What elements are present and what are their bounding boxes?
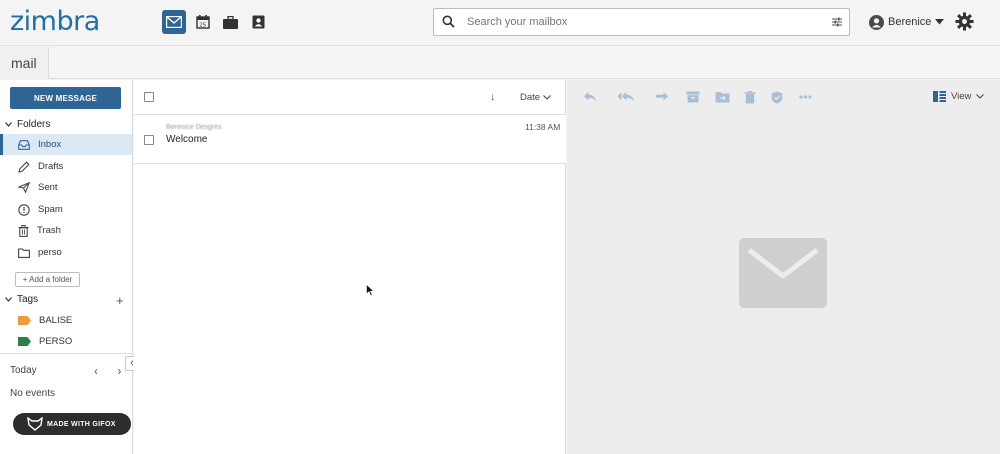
- search-box[interactable]: [433, 8, 850, 36]
- calendar-today-label: Today: [10, 365, 37, 376]
- search-icon: [442, 15, 455, 28]
- settings-button[interactable]: [955, 12, 974, 36]
- user-name: Berenice: [888, 16, 932, 28]
- divider: [0, 353, 132, 354]
- spam-shield-icon[interactable]: [771, 91, 783, 104]
- tags-heading[interactable]: Tags: [5, 294, 38, 305]
- zimbra-logo[interactable]: zimbra: [10, 6, 100, 37]
- briefcase-icon: [222, 15, 238, 29]
- calendar-app-button[interactable]: 25: [191, 10, 215, 34]
- layout-icon: [933, 91, 946, 102]
- tag-icon: [18, 337, 31, 346]
- message-subject: Welcome: [166, 134, 208, 145]
- folder-item-inbox[interactable]: Inbox: [0, 134, 132, 155]
- message-list: ↓ Date Berenice Desgrés Welcome 11:38 AM: [134, 80, 566, 454]
- paper-plane-icon: [18, 182, 30, 193]
- folder-label: Drafts: [38, 161, 64, 172]
- tags-heading-label: Tags: [17, 294, 39, 305]
- more-icon[interactable]: [799, 95, 812, 99]
- gifox-watermark-badge: MADE WITH GIFOX: [13, 413, 131, 435]
- avatar-icon: [869, 14, 884, 30]
- tag-item-perso[interactable]: PERSO: [0, 331, 132, 352]
- pencil-icon: [18, 160, 30, 173]
- view-label: View: [951, 91, 972, 102]
- folder-icon: [18, 247, 30, 258]
- tag-label: BALISE: [39, 315, 73, 326]
- briefcase-app-button[interactable]: [218, 10, 242, 34]
- message-time: 11:38 AM: [525, 122, 561, 132]
- chevron-down-icon: [5, 122, 12, 127]
- message-row[interactable]: Berenice Desgrés Welcome 11:38 AM: [134, 115, 566, 164]
- gear-icon: [955, 12, 974, 31]
- calendar-icon: 25: [196, 15, 210, 29]
- forward-icon[interactable]: [655, 91, 669, 103]
- sort-label: Date: [520, 92, 541, 103]
- search-options-icon[interactable]: [832, 17, 842, 27]
- mail-app-button[interactable]: [162, 10, 186, 34]
- folder-label: Inbox: [38, 139, 62, 150]
- empty-mail-envelope-icon: [739, 238, 827, 308]
- tab-bar: mail: [0, 47, 1000, 79]
- contacts-icon: [252, 15, 264, 29]
- add-folder-button[interactable]: + Add a folder: [15, 272, 80, 287]
- chevron-down-icon: [542, 95, 551, 100]
- tab-mail[interactable]: mail: [0, 47, 49, 79]
- folders-heading-label: Folders: [17, 119, 51, 130]
- view-dropdown[interactable]: View: [933, 91, 985, 102]
- user-menu[interactable]: Berenice: [869, 13, 945, 31]
- add-tag-button[interactable]: +: [116, 293, 124, 308]
- message-list-header: ↓ Date: [134, 80, 566, 115]
- folder-item-sent[interactable]: Sent: [0, 177, 132, 198]
- trash-icon: [18, 224, 29, 237]
- reply-icon[interactable]: [583, 91, 597, 103]
- svg-text:25: 25: [199, 23, 206, 29]
- folders-heading[interactable]: Folders: [5, 119, 50, 130]
- message-checkbox[interactable]: [144, 135, 154, 145]
- top-bar: zimbra 25 Berenice: [0, 0, 1000, 46]
- chevron-down-icon: [976, 94, 985, 99]
- caret-down-icon: [935, 19, 945, 25]
- folder-item-spam[interactable]: Spam: [0, 199, 132, 220]
- move-to-folder-icon[interactable]: [715, 91, 730, 103]
- delete-icon[interactable]: [744, 91, 756, 104]
- folder-label: perso: [38, 247, 62, 258]
- message-sender: Berenice Desgrés: [166, 124, 222, 131]
- tag-item-balise[interactable]: BALISE: [0, 310, 132, 331]
- reading-pane: View: [567, 80, 1000, 454]
- mail-icon: [166, 16, 182, 28]
- tag-icon: [18, 316, 31, 325]
- folder-item-trash[interactable]: Trash: [0, 220, 132, 241]
- folder-label: Sent: [38, 182, 58, 193]
- chevron-down-icon: [5, 297, 12, 302]
- calendar-empty-text: No events: [10, 388, 56, 399]
- new-message-button[interactable]: NEW MESSAGE: [10, 87, 121, 109]
- sort-by-dropdown[interactable]: Date: [520, 92, 551, 103]
- contacts-app-button[interactable]: [246, 10, 270, 34]
- folder-label: Trash: [37, 225, 61, 236]
- sort-direction-arrow[interactable]: ↓: [490, 91, 496, 103]
- inbox-icon: [18, 139, 30, 150]
- archive-icon[interactable]: [686, 91, 700, 103]
- reply-all-icon[interactable]: [617, 91, 635, 103]
- sidebar: NEW MESSAGE Folders Inbox Drafts Sent Sp…: [0, 80, 133, 454]
- select-all-checkbox[interactable]: [144, 92, 154, 102]
- gifox-label: MADE WITH GIFOX: [47, 420, 116, 428]
- mouse-pointer-icon: [366, 284, 375, 297]
- folder-item-drafts[interactable]: Drafts: [0, 156, 132, 177]
- tag-label: PERSO: [39, 336, 73, 347]
- folder-label: Spam: [38, 204, 63, 215]
- fox-logo-icon: [27, 417, 43, 431]
- alert-circle-icon: [18, 203, 30, 216]
- folder-item-perso[interactable]: perso: [0, 242, 132, 263]
- search-input[interactable]: [467, 13, 827, 31]
